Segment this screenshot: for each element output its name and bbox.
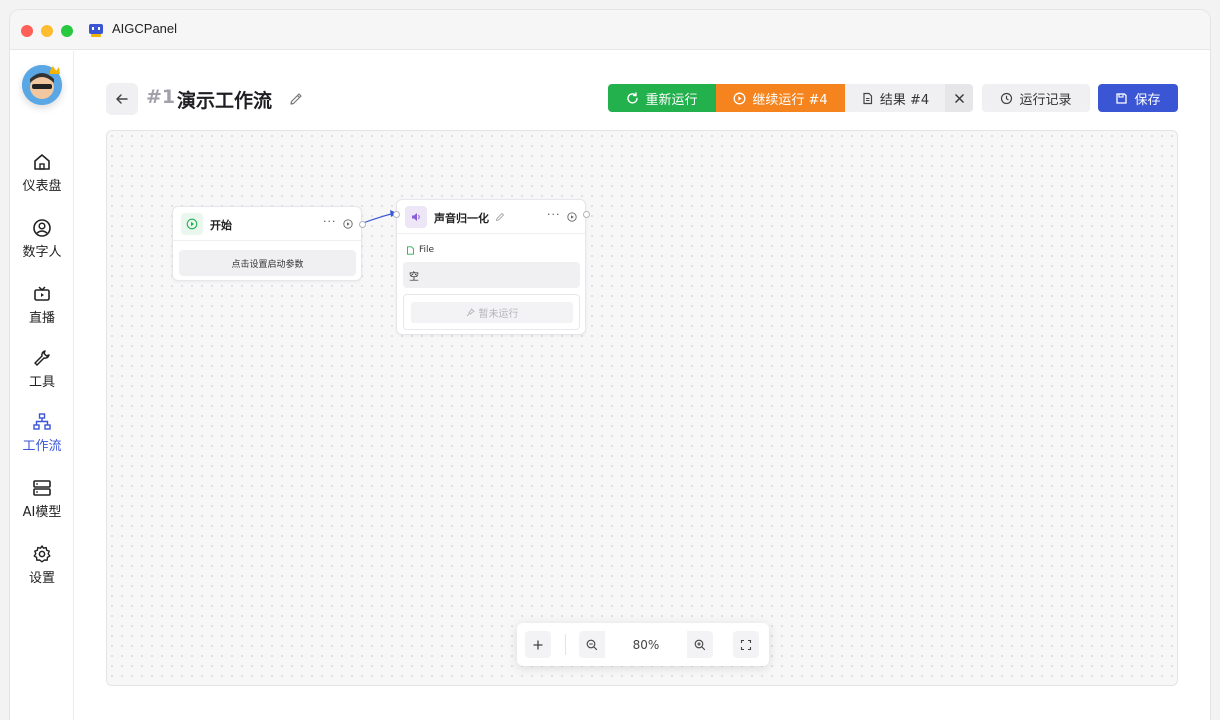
run-status: 暂未运行 [411, 302, 573, 323]
pencil-icon[interactable] [495, 212, 505, 222]
node-icon [405, 206, 427, 228]
sidebar-item-dashboard[interactable]: 仪表盘 [10, 152, 74, 204]
start-node[interactable]: 开始 ··· 点击设置启动参数 [172, 206, 366, 281]
zoom-in-icon [694, 639, 706, 650]
file-field-value[interactable]: 空 [403, 262, 580, 288]
node-header: 开始 ··· [173, 207, 361, 241]
connection-edge[interactable] [362, 212, 396, 224]
input-port[interactable] [393, 211, 400, 218]
zoom-in-button[interactable] [687, 631, 713, 658]
output-port[interactable] [359, 221, 366, 228]
run-status-box: 暂未运行 [403, 294, 580, 330]
workflow-canvas[interactable]: 开始 ··· 点击设置启动参数 声音归一化 ··· File 空 暂未运行 80… [106, 130, 1178, 686]
fullscreen-button[interactable] [733, 631, 759, 658]
field-label: File [406, 245, 434, 255]
plus-icon [533, 640, 543, 649]
fullscreen-icon [740, 639, 752, 650]
sidebar-item-tools[interactable]: 工具 [10, 348, 74, 400]
run-node-icon[interactable] [343, 219, 353, 229]
back-button[interactable] [106, 83, 138, 115]
app-title: AIGCPanel [112, 21, 178, 36]
sidebar-item-label: 仪表盘 [22, 179, 62, 194]
run-history-label: 运行记录 [1019, 92, 1072, 108]
server-icon [33, 480, 51, 496]
divider [565, 634, 566, 655]
speaker-icon [412, 213, 420, 221]
tv-icon [34, 286, 50, 301]
node-icon [181, 213, 203, 235]
sidebar-item-ai-models[interactable]: AI模型 [10, 478, 74, 530]
rerun-button[interactable]: 重新运行 [608, 84, 716, 112]
audio-normalize-node[interactable]: 声音归一化 ··· File 空 暂未运行 [393, 199, 590, 335]
save-label: 保存 [1134, 92, 1161, 108]
sidebar-item-settings[interactable]: 设置 [10, 544, 74, 596]
add-node-button[interactable] [525, 631, 551, 658]
file-icon [407, 245, 414, 255]
field-label-text: File [419, 245, 435, 255]
node-header: 声音归一化 ··· [397, 200, 585, 234]
user-circle-icon [33, 219, 51, 237]
title-bar: AIGCPanel [10, 10, 1210, 50]
result-label: 结果 #4 [879, 92, 930, 108]
result-button[interactable]: 结果 #4 [845, 84, 945, 112]
continue-run-button[interactable]: 继续运行 #4 [716, 84, 845, 112]
arrow-left-icon [116, 94, 128, 104]
pencil-icon[interactable] [288, 91, 304, 107]
set-start-params-button[interactable]: 点击设置启动参数 [179, 250, 356, 276]
more-icon[interactable]: ··· [323, 215, 337, 228]
save-button[interactable]: 保存 [1098, 84, 1178, 112]
sidebar-item-label: 设置 [28, 571, 55, 586]
save-icon [1116, 92, 1128, 104]
rerun-label: 重新运行 [645, 92, 698, 108]
page-header: #1 演示工作流 重新运行 继续运行 #4 结果 #4 运行记录 保存 [106, 83, 1178, 115]
sidebar-item-live[interactable]: 直播 [10, 284, 74, 336]
sidebar-item-workflow[interactable]: 工作流 [10, 412, 74, 464]
sidebar-item-label: 数字人 [22, 245, 62, 260]
sidebar-item-label: 工具 [28, 375, 55, 390]
sidebar-item-digital-human[interactable]: 数字人 [10, 218, 74, 270]
output-port[interactable] [583, 211, 590, 218]
continue-run-label: 继续运行 #4 [752, 92, 828, 108]
avatar-image [22, 65, 62, 105]
play-circle-icon [733, 92, 746, 104]
home-icon [34, 154, 50, 170]
sidebar-item-label: 工作流 [22, 439, 62, 454]
run-history-button[interactable]: 运行记录 [982, 84, 1090, 112]
avatar[interactable] [22, 65, 62, 105]
close-window-button[interactable] [21, 25, 33, 37]
app-window: AIGCPanel 仪表盘 数字人 直播 工具 工作流 AI模型 设置 #1 演… [10, 10, 1210, 720]
run-status-text: 暂未运行 [478, 309, 519, 320]
run-node-icon[interactable] [567, 212, 577, 222]
node-title: 声音归一化 [434, 212, 489, 225]
app-logo-icon [89, 24, 103, 37]
workflow-icon [33, 413, 51, 430]
refresh-icon [627, 91, 639, 104]
gear-icon [33, 545, 51, 563]
page-title: 演示工作流 [177, 90, 273, 112]
close-result-button[interactable] [945, 84, 973, 112]
sidebar-item-label: 直播 [28, 311, 55, 326]
close-icon [954, 93, 964, 103]
zoom-level: 80% [605, 631, 687, 658]
zoom-out-icon [586, 639, 598, 650]
pin-icon [466, 308, 475, 317]
sidebar-item-label: AI模型 [22, 505, 62, 520]
workflow-number: #1 [146, 86, 176, 108]
node-title: 开始 [210, 219, 232, 232]
wrench-icon [34, 350, 50, 366]
more-icon[interactable]: ··· [547, 208, 561, 221]
play-circle-icon [186, 218, 198, 230]
zoom-toolbar: 80% [517, 623, 769, 666]
minimize-window-button[interactable] [41, 25, 53, 37]
sidebar: 仪表盘 数字人 直播 工具 工作流 AI模型 设置 [10, 51, 74, 720]
maximize-window-button[interactable] [61, 25, 73, 37]
zoom-out-button[interactable] [579, 631, 605, 658]
history-icon [1001, 92, 1013, 104]
zoom-value: 80% [632, 637, 660, 652]
document-icon [863, 92, 872, 104]
